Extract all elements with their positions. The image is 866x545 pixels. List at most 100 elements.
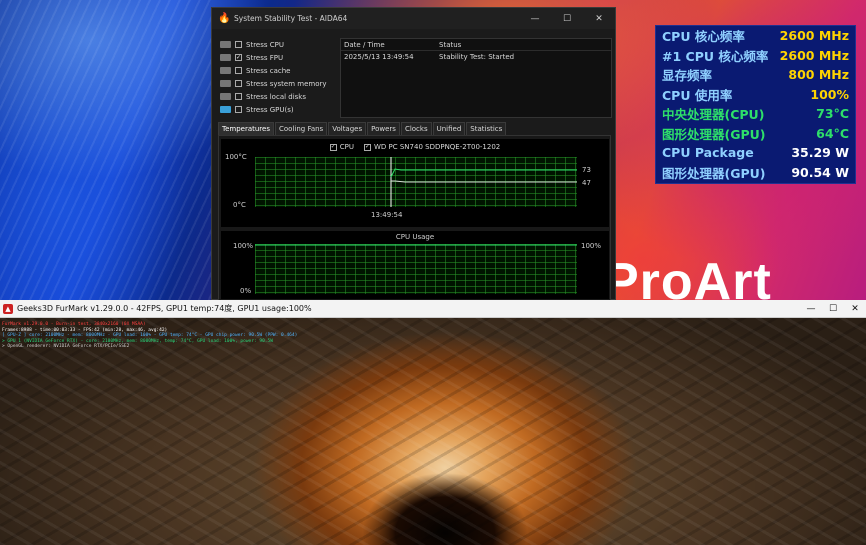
graph-tabs: Temperatures Cooling Fans Voltages Power… — [218, 122, 507, 135]
maximize-button[interactable]: ☐ — [551, 14, 583, 24]
osd-row-cpu-package-power: CPU Package 35.29 W — [656, 143, 855, 163]
temperature-lines — [390, 157, 577, 207]
furmark-close-button[interactable]: ✕ — [844, 304, 866, 314]
log-status: Stability Test: Started — [439, 53, 515, 61]
status-log[interactable]: Date / Time Status 2025/5/13 13:49:54 St… — [340, 38, 612, 118]
minimize-button[interactable]: — — [519, 14, 551, 24]
cpu-temp-line — [390, 168, 577, 178]
fpu-icon — [220, 54, 231, 61]
legend-disk-checkbox[interactable]: ✓ — [363, 143, 371, 151]
tab-voltages[interactable]: Voltages — [328, 122, 367, 135]
legend-disk[interactable]: ✓ WD PC SN740 SDDPNQE-2T00-1202 — [363, 143, 501, 151]
cpu-usage-plot — [255, 244, 577, 294]
aida64-window[interactable]: 🔥 System Stability Test - AIDA64 — ☐ ✕ S… — [211, 7, 616, 301]
furmark-osd-line: > OpenGL renderer: NVIDIA GeForce RTX/PC… — [2, 344, 130, 349]
stress-fpu-checkbox[interactable]: ✓ — [235, 54, 242, 61]
disk-icon — [220, 93, 231, 100]
usage-value-right: 100% — [581, 242, 602, 250]
disk-temp-line — [391, 180, 577, 183]
tab-statistics[interactable]: Statistics — [466, 122, 507, 135]
furmark-window-title: Geeks3D FurMark v1.29.0.0 - 42FPS, GPU1 … — [17, 304, 312, 313]
stress-option-cache[interactable]: Stress cache — [220, 64, 340, 77]
log-row[interactable]: 2025/5/13 13:49:54 Stability Test: Start… — [341, 51, 611, 63]
osd-value: 64°C — [816, 125, 849, 141]
temperature-legend: ✓ CPU ✓ WD PC SN740 SDDPNQE-2T00-1202 — [221, 143, 609, 151]
cpu-usage-lines — [255, 244, 577, 246]
osd-row-cpu-temp: 中央处理器(CPU) 73°C — [656, 104, 855, 124]
temperature-plot — [255, 157, 577, 207]
log-column-datetime[interactable]: Date / Time — [341, 41, 439, 49]
log-datetime: 2025/5/13 13:49:54 — [344, 53, 414, 61]
osd-label: CPU 核心频率 — [662, 29, 745, 45]
furmark-window[interactable]: ▲ Geeks3D FurMark v1.29.0.0 - 42FPS, GPU… — [0, 300, 866, 545]
graph-area: ✓ CPU ✓ WD PC SN740 SDDPNQE-2T00-1202 100°… — [218, 135, 611, 301]
tab-temperatures[interactable]: Temperatures — [218, 122, 274, 135]
cpu-icon — [220, 41, 231, 48]
stress-cache-checkbox[interactable] — [235, 67, 242, 74]
stress-option-gpu[interactable]: Stress GPU(s) — [220, 103, 340, 116]
stress-options: Stress CPU ✓ Stress FPU Stress cache Str… — [220, 38, 340, 116]
temp-value-cpu: 73 — [582, 166, 591, 174]
temp-value-disk: 47 — [582, 179, 591, 187]
temperature-graph: ✓ CPU ✓ WD PC SN740 SDDPNQE-2T00-1202 100°… — [221, 139, 609, 227]
furmark-osd-text: FurMark v1.29.0.0 - Burn-in test, 3840x2… — [2, 322, 297, 350]
stress-option-label: Stress GPU(s) — [246, 105, 294, 114]
tab-powers[interactable]: Powers — [367, 122, 400, 135]
log-column-status[interactable]: Status — [439, 41, 611, 49]
legend-cpu[interactable]: ✓ CPU — [329, 143, 354, 151]
tab-clocks[interactable]: Clocks — [400, 122, 432, 135]
tab-unified[interactable]: Unified — [432, 122, 466, 135]
osd-value: 35.29 W — [791, 145, 849, 161]
stress-disks-checkbox[interactable] — [235, 93, 242, 100]
cpu-usage-title: CPU Usage — [395, 233, 435, 241]
close-button[interactable]: ✕ — [583, 14, 615, 24]
furmark-titlebar[interactable]: ▲ Geeks3D FurMark v1.29.0.0 - 42FPS, GPU… — [0, 300, 866, 318]
osd-value: 800 MHz — [788, 67, 849, 83]
stress-option-label: Stress CPU — [246, 40, 284, 49]
osd-row-gpu-temp: 图形处理器(GPU) 64°C — [656, 124, 855, 144]
osd-value: 2600 MHz — [779, 28, 849, 44]
flame-icon: 🔥 — [218, 12, 231, 24]
temp-time-label: 13:49:54 — [371, 211, 403, 219]
log-header: Date / Time Status — [341, 39, 611, 51]
temp-axis-bottom: 0°C — [233, 201, 246, 209]
usage-axis-bottom: 0% — [240, 287, 252, 295]
tab-cooling-fans[interactable]: Cooling Fans — [275, 122, 328, 135]
aida64-titlebar[interactable]: 🔥 System Stability Test - AIDA64 — ☐ ✕ — [212, 8, 615, 29]
legend-disk-label: WD PC SN740 SDDPNQE-2T00-1202 — [373, 143, 501, 151]
stress-gpu-checkbox[interactable] — [235, 106, 242, 113]
osd-label: CPU 使用率 — [662, 87, 733, 103]
furmark-render-view[interactable]: FurMark v1.29.0.0 - Burn-in test, 3840x2… — [0, 318, 866, 545]
osd-value: 2600 MHz — [779, 47, 849, 63]
memory-icon — [220, 80, 231, 87]
legend-cpu-checkbox[interactable]: ✓ — [329, 143, 337, 151]
osd-value: 73°C — [816, 106, 849, 122]
stress-cpu-checkbox[interactable] — [235, 41, 242, 48]
hardware-monitor-osd: CPU 核心频率 2600 MHz #1 CPU 核心频率 2600 MHz 显… — [655, 25, 856, 184]
furmark-maximize-button[interactable]: ☐ — [822, 304, 844, 314]
legend-cpu-label: CPU — [339, 143, 354, 151]
stress-option-disks[interactable]: Stress local disks — [220, 90, 340, 103]
usage-axis-top: 100% — [233, 242, 254, 250]
aida64-window-title: System Stability Test - AIDA64 — [234, 14, 348, 23]
gpu-icon — [220, 106, 231, 113]
osd-value: 100% — [810, 86, 849, 102]
osd-row-gpu-power: 图形处理器(GPU) 90.54 W — [656, 163, 855, 183]
stress-option-label: Stress system memory — [246, 79, 327, 88]
furmark-osd-line: [ GPU-Z ] core: 2100MHz - mem: 8000MHz -… — [2, 333, 298, 338]
stress-option-memory[interactable]: Stress system memory — [220, 77, 340, 90]
furmark-minimize-button[interactable]: — — [800, 304, 822, 314]
osd-label: #1 CPU 核心频率 — [662, 48, 769, 64]
osd-row-vram-clock: 显存频率 800 MHz — [656, 65, 855, 85]
furmark-app-icon: ▲ — [3, 303, 13, 314]
osd-row-cpu-clock: CPU 核心频率 2600 MHz — [656, 26, 855, 46]
osd-label: CPU Package — [662, 145, 754, 161]
stress-memory-checkbox[interactable] — [235, 80, 242, 87]
temp-axis-top: 100°C — [225, 153, 247, 161]
stress-option-cpu[interactable]: Stress CPU — [220, 38, 340, 51]
stress-option-label: Stress cache — [246, 66, 291, 75]
stress-option-label: Stress FPU — [246, 53, 284, 62]
stress-option-label: Stress local disks — [246, 92, 307, 101]
stress-option-fpu[interactable]: ✓ Stress FPU — [220, 51, 340, 64]
osd-label: 中央处理器(CPU) — [662, 107, 765, 123]
